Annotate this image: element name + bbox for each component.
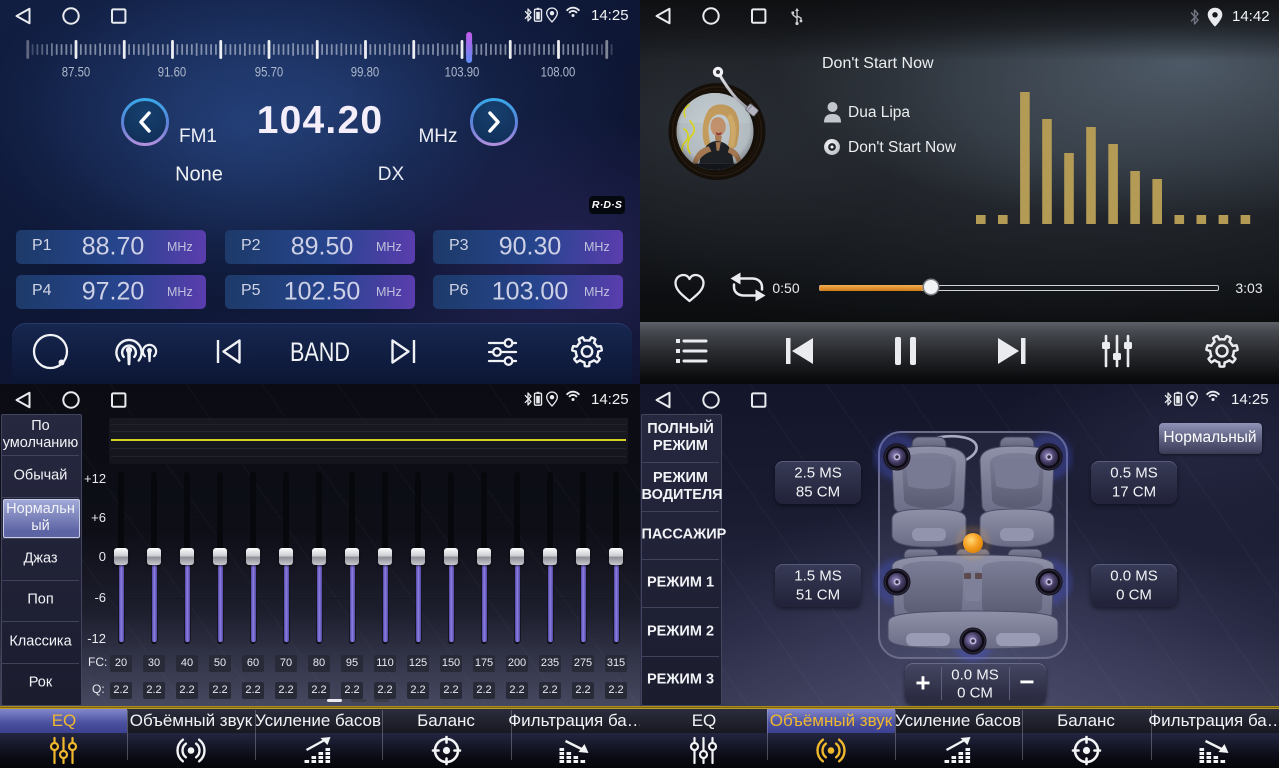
svg-text:BAND: BAND [290,338,350,368]
